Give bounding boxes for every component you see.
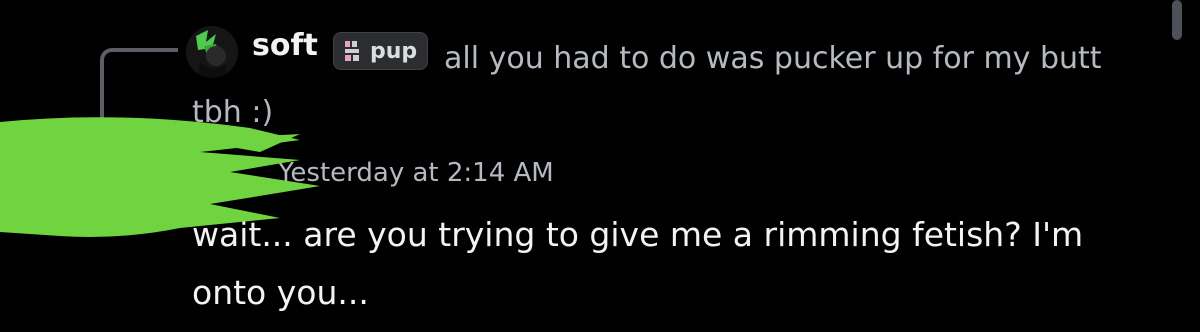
- redaction-scribble: [0, 117, 320, 237]
- scrollbar-thumb[interactable]: [1172, 0, 1182, 40]
